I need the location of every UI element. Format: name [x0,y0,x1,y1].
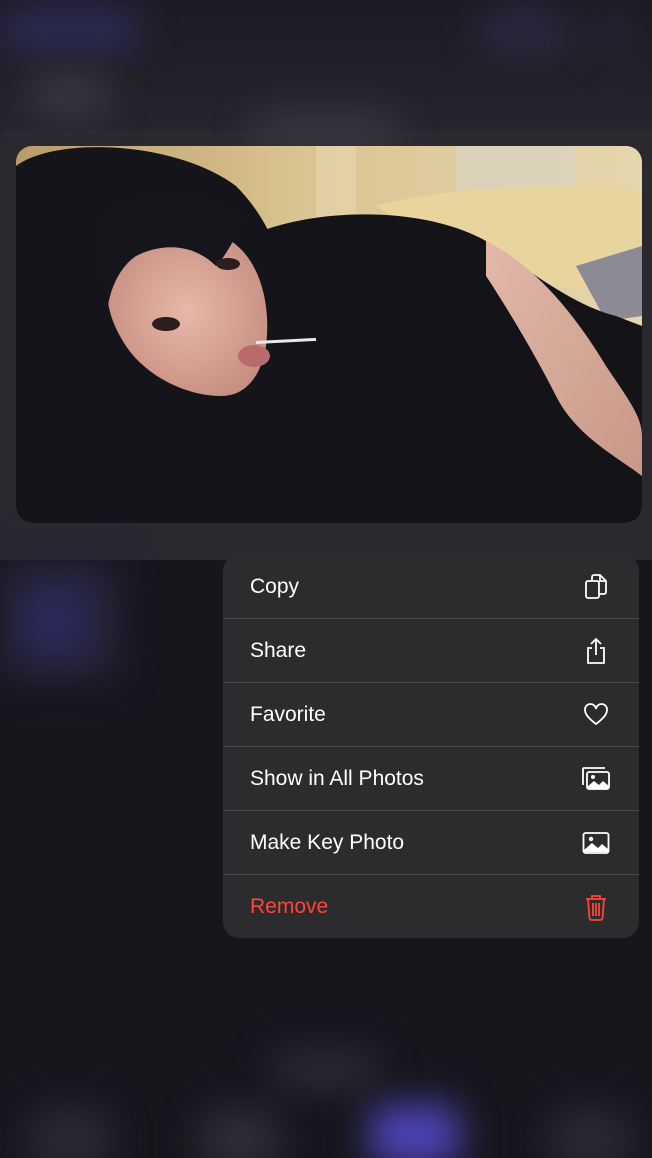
menu-item-make-key-photo[interactable]: Make Key Photo [223,811,639,875]
menu-item-label: Share [250,638,307,662]
menu-item-label: Show in All Photos [250,766,424,790]
menu-item-label: Copy [250,574,300,598]
photos-stack-icon [581,764,611,794]
copy-icon [581,572,611,602]
photo-icon [581,828,611,858]
menu-item-share[interactable]: Share [223,619,639,683]
trash-icon [581,892,611,922]
photo-preview[interactable] [16,146,642,523]
menu-item-label: Make Key Photo [250,830,405,854]
share-icon [581,636,611,666]
heart-icon [581,700,611,730]
menu-item-show-in-all-photos[interactable]: Show in All Photos [223,747,639,811]
menu-item-copy[interactable]: Copy [223,555,639,619]
menu-item-label: Favorite [250,702,326,726]
menu-item-favorite[interactable]: Favorite [223,683,639,747]
context-menu: Copy Share Favorite Show in All Photos M… [223,555,639,938]
menu-item-label: Remove [250,894,329,918]
menu-item-remove[interactable]: Remove [223,875,639,938]
